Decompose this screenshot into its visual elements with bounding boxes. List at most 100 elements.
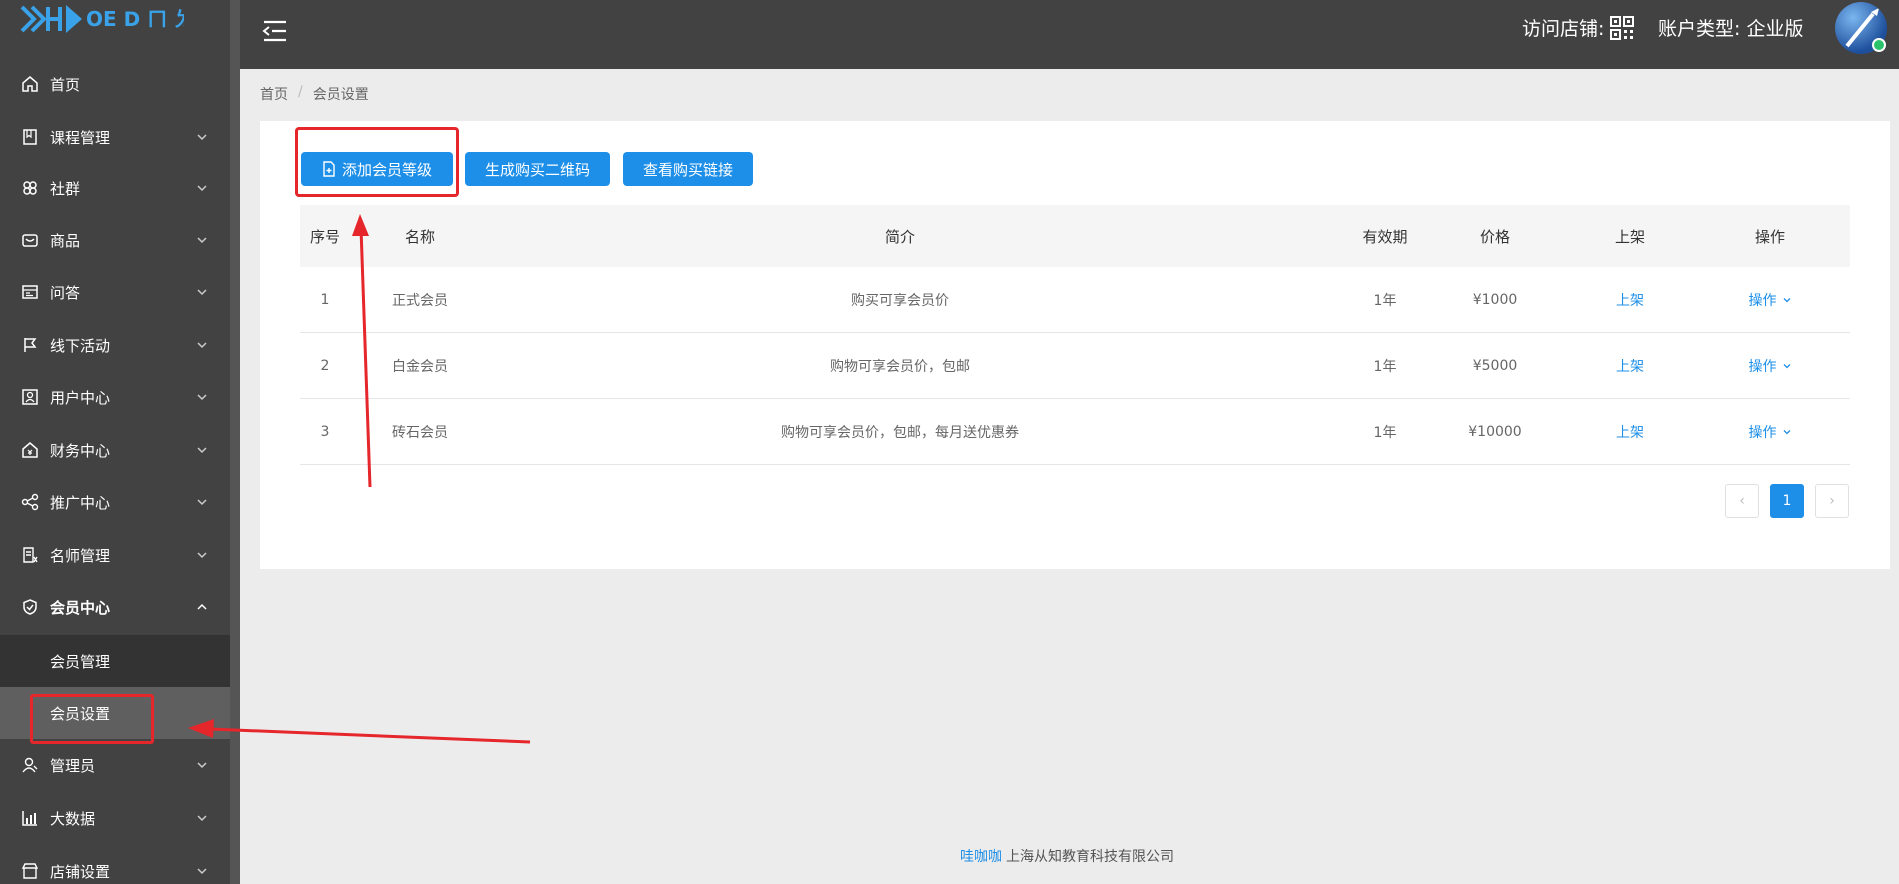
qa-icon	[20, 282, 40, 302]
cell-validity: 1年	[1373, 358, 1397, 375]
logo: ОЕ ꓓ ㄇ ㄉ	[20, 0, 184, 38]
on-shelf-link[interactable]: 上架	[1580, 267, 1680, 332]
sidebar-item-label: 用户中心	[50, 388, 111, 407]
svg-text:ОЕ ꓓ ㄇ ㄉ: ОЕ ꓓ ㄇ ㄉ	[86, 7, 184, 31]
finance-icon	[20, 440, 40, 460]
sidebar-item-community[interactable]: 社群	[0, 162, 230, 214]
table-header: 序号 名称 简介 有效期 价格 上架 操作	[300, 205, 1850, 267]
sidebar-subitem-member-settings[interactable]: 会员设置	[0, 687, 230, 739]
cell-validity: 1年	[1373, 292, 1397, 309]
sidebar-item-goods[interactable]: 商品	[0, 214, 230, 266]
breadcrumb-separator: /	[298, 84, 303, 100]
header-price: 价格	[1479, 227, 1510, 246]
actions-dropdown[interactable]: 操作	[1720, 399, 1820, 464]
actions-label: 操作	[1748, 292, 1777, 309]
pagination-next-button[interactable]: ›	[1815, 484, 1849, 518]
logo-mark-icon	[20, 5, 82, 33]
chevron-down-icon	[197, 289, 207, 296]
goods-icon	[20, 230, 40, 250]
on-shelf-link[interactable]: 上架	[1580, 333, 1680, 398]
sidebar-item-label: 财务中心	[50, 441, 111, 460]
view-purchase-link-button[interactable]: 查看购买链接	[623, 152, 753, 186]
cell-price: ¥10000	[1468, 423, 1522, 440]
logo-wordmark-icon: ОЕ ꓓ ㄇ ㄉ	[86, 7, 184, 31]
user-card-icon	[20, 387, 40, 407]
sidebar-item-courses[interactable]: 课程管理	[0, 111, 230, 163]
actions-dropdown[interactable]: 操作	[1720, 333, 1820, 398]
table-row: 2 白金会员 购物可享会员价，包邮 1年 ¥5000 上架 操作	[300, 333, 1850, 399]
share-icon	[20, 492, 40, 512]
sidebar-item-admin[interactable]: 管理员	[0, 739, 230, 791]
sidebar: ОЕ ꓓ ㄇ ㄉ 首页 课程管理 社群 商品 问答 线下活动 用户中心 财务中心…	[0, 0, 230, 884]
cell-description: 购买可享会员价	[851, 292, 949, 309]
generate-qrcode-label: 生成购买二维码	[484, 160, 590, 179]
sidebar-item-label: 问答	[50, 283, 81, 302]
sidebar-item-label: 会员中心	[50, 598, 111, 617]
header-name: 名称	[404, 227, 435, 246]
sidebar-item-store-settings[interactable]: 店铺设置	[0, 845, 230, 884]
header-description: 简介	[884, 227, 915, 246]
pagination-page-button[interactable]: 1	[1770, 484, 1804, 518]
chevron-down-icon	[1783, 363, 1790, 368]
store-icon	[20, 861, 40, 881]
generate-qrcode-button[interactable]: 生成购买二维码	[465, 152, 610, 186]
table-row: 1 正式会员 购买可享会员价 1年 ¥1000 上架 操作	[300, 267, 1850, 333]
footer-company: 上海从知教育科技有限公司	[1006, 849, 1174, 865]
teacher-icon	[20, 545, 40, 565]
top-header: 访问店铺: 账户类型: 企业版	[240, 0, 1899, 69]
breadcrumb-home[interactable]: 首页	[260, 84, 288, 104]
sidebar-item-offline-events[interactable]: 线下活动	[0, 319, 230, 371]
breadcrumb-current: 会员设置	[312, 87, 369, 103]
sidebar-item-teachers[interactable]: 名师管理	[0, 529, 230, 581]
home-icon	[20, 74, 40, 94]
on-shelf-link[interactable]: 上架	[1580, 399, 1680, 464]
cell-price: ¥5000	[1472, 357, 1518, 374]
sidebar-item-label: 线下活动	[50, 336, 111, 355]
cell-name: 砖石会员	[392, 424, 448, 441]
table-row: 3 砖石会员 购物可享会员价，包邮，每月送优惠券 1年 ¥10000 上架 操作	[300, 399, 1850, 465]
add-member-level-button[interactable]: 添加会员等级	[301, 152, 453, 186]
menu-fold-icon[interactable]	[260, 16, 290, 46]
sidebar-scrollbar[interactable]	[230, 0, 240, 884]
actions-dropdown[interactable]: 操作	[1720, 267, 1820, 332]
header-actions: 操作	[1754, 227, 1785, 246]
sidebar-item-finance[interactable]: 财务中心	[0, 424, 230, 476]
chevron-up-icon	[197, 603, 207, 610]
chevron-down-icon	[197, 499, 207, 506]
chevron-down-icon	[1783, 429, 1790, 434]
cell-index: 1	[320, 291, 330, 308]
actions-label: 操作	[1748, 358, 1777, 375]
breadcrumb: 首页 / 会员设置	[260, 84, 369, 104]
sidebar-item-label: 社群	[50, 179, 81, 198]
qrcode-icon[interactable]	[1610, 15, 1635, 40]
pagination-prev-button[interactable]: ‹	[1725, 484, 1759, 518]
online-status-dot	[1872, 38, 1886, 52]
sidebar-item-home[interactable]: 首页	[0, 58, 230, 110]
view-purchase-link-label: 查看购买链接	[642, 160, 733, 179]
sidebar-subitem-label: 会员管理	[50, 652, 111, 671]
admin-icon	[20, 755, 40, 775]
chevron-down-icon	[197, 815, 207, 822]
community-icon	[20, 178, 40, 198]
actions-label: 操作	[1748, 424, 1777, 441]
sidebar-item-label: 课程管理	[50, 128, 111, 147]
chevron-down-icon	[197, 552, 207, 559]
cell-index: 3	[320, 423, 330, 440]
chevron-down-icon	[197, 447, 207, 454]
sidebar-item-label: 商品	[50, 231, 81, 250]
cell-price: ¥1000	[1472, 291, 1518, 308]
sidebar-item-big-data[interactable]: 大数据	[0, 792, 230, 844]
sidebar-item-qa[interactable]: 问答	[0, 266, 230, 318]
visit-store-link[interactable]: 访问店铺:	[1522, 14, 1635, 41]
cell-validity: 1年	[1373, 424, 1397, 441]
cell-index: 2	[320, 357, 330, 374]
footer: 哇咖咖 上海从知教育科技有限公司	[960, 846, 1174, 866]
sidebar-item-member-center[interactable]: 会员中心	[0, 581, 230, 633]
sidebar-subitem-member-management[interactable]: 会员管理	[0, 635, 230, 687]
chevron-down-icon	[197, 185, 207, 192]
sidebar-item-user-center[interactable]: 用户中心	[0, 371, 230, 423]
sidebar-item-label: 店铺设置	[50, 862, 111, 881]
footer-brand-link[interactable]: 哇咖咖	[960, 849, 1002, 865]
sidebar-item-promotion[interactable]: 推广中心	[0, 476, 230, 528]
add-member-level-label: 添加会员等级	[341, 160, 432, 179]
